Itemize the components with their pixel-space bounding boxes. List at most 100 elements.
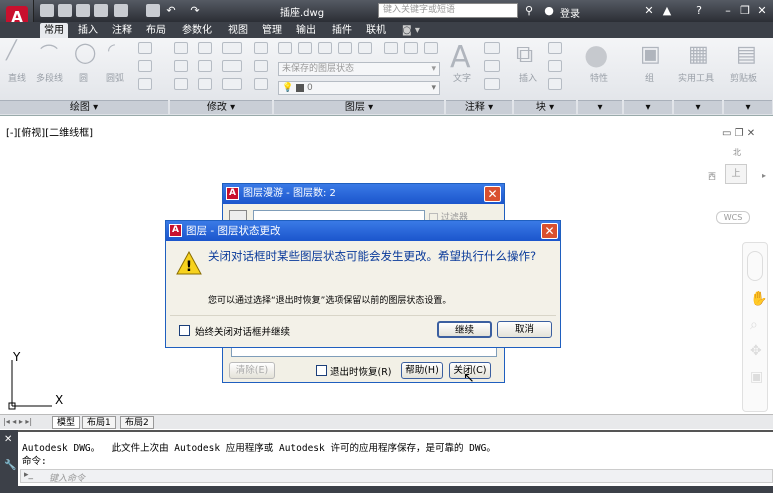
arc-icon[interactable]: ◜ bbox=[108, 40, 115, 61]
restore-on-exit-checkbox[interactable] bbox=[316, 365, 327, 376]
layer-previous-icon[interactable] bbox=[404, 42, 418, 54]
table-icon[interactable] bbox=[484, 78, 500, 90]
tab-plugins[interactable]: 插件 bbox=[328, 23, 356, 38]
group-icon[interactable]: ▣ bbox=[640, 42, 661, 67]
hatch-icon[interactable] bbox=[138, 78, 152, 90]
layer-match-icon[interactable] bbox=[384, 42, 398, 54]
utilities-icon[interactable]: ▦ bbox=[688, 42, 709, 67]
tab-nav-arrows-icon[interactable]: |◂ ◂ ▸ ▸| bbox=[3, 417, 32, 426]
tab-model[interactable]: 模型 bbox=[52, 416, 81, 429]
tab-parametric[interactable]: 参数化 bbox=[178, 23, 216, 38]
cancel-button[interactable]: 取消 bbox=[497, 321, 552, 338]
redo-icon[interactable]: ↷ bbox=[188, 4, 202, 18]
tab-insert[interactable]: 插入 bbox=[74, 23, 102, 38]
tab-manage[interactable]: 管理 bbox=[258, 23, 286, 38]
search-input[interactable]: 键入关键字或短语 bbox=[378, 3, 518, 18]
layer-dropdown[interactable]: 💡 0 ▾ bbox=[278, 81, 440, 95]
layer-walk-close-button[interactable]: ✕ bbox=[484, 186, 501, 202]
layer-lock-icon[interactable] bbox=[358, 42, 372, 54]
move-icon[interactable] bbox=[174, 42, 188, 54]
login-link[interactable]: 登录 bbox=[560, 5, 580, 20]
tab-layout1[interactable]: 布局1 bbox=[82, 416, 116, 429]
group-label[interactable]: 组 bbox=[645, 71, 654, 84]
tab-home[interactable]: 常用 bbox=[40, 23, 68, 38]
line-icon[interactable]: ╱ bbox=[6, 40, 17, 61]
command-window-handle[interactable]: ✕ 🔧 bbox=[0, 430, 18, 486]
rectangle-icon[interactable] bbox=[138, 42, 152, 54]
viewcube-top[interactable]: 上 bbox=[725, 164, 747, 184]
layer-state-dropdown[interactable]: 未保存的图层状态 ▾ bbox=[278, 62, 440, 76]
properties-label[interactable]: 特性 bbox=[590, 71, 608, 84]
clear-button[interactable]: 清除(E) bbox=[229, 362, 275, 379]
layer-properties-icon[interactable] bbox=[278, 42, 292, 54]
polyline-icon[interactable]: ⌒ bbox=[40, 40, 58, 66]
block-panel-title[interactable]: 块 ▾ bbox=[514, 100, 576, 114]
tab-annotate[interactable]: 注释 bbox=[108, 23, 136, 38]
group-panel-title[interactable]: ▾ bbox=[624, 100, 672, 114]
utilities-label[interactable]: 实用工具 bbox=[678, 71, 714, 84]
layer-walk-icon[interactable] bbox=[424, 42, 438, 54]
binoculars-icon[interactable]: ⚲ bbox=[522, 4, 536, 18]
orbit-icon[interactable]: ✥ bbox=[750, 343, 762, 359]
customize-wrench-icon[interactable]: 🔧 bbox=[4, 460, 16, 471]
undo-icon[interactable]: ↶ bbox=[164, 4, 178, 18]
insert-label[interactable]: 插入 bbox=[519, 71, 537, 84]
tab-online[interactable]: 联机 bbox=[362, 23, 390, 38]
alert-close-button[interactable]: ✕ bbox=[541, 223, 558, 239]
save-as-icon[interactable] bbox=[94, 4, 108, 17]
copy-icon[interactable] bbox=[174, 60, 188, 72]
insert-block-icon[interactable]: ⧉ bbox=[516, 40, 533, 68]
always-close-label[interactable]: 始终关闭对话框并继续 bbox=[195, 324, 290, 338]
help-icon[interactable]: ? bbox=[692, 4, 706, 18]
print-icon[interactable] bbox=[146, 4, 160, 17]
layer-off-icon[interactable] bbox=[298, 42, 312, 54]
continue-button[interactable]: 继续 bbox=[437, 321, 492, 338]
draw-panel-title[interactable]: 绘图 ▾ bbox=[0, 100, 168, 114]
new-file-icon[interactable] bbox=[40, 4, 54, 17]
viewcube-north[interactable]: 北 bbox=[733, 147, 741, 158]
text-label[interactable]: 文字 bbox=[453, 71, 471, 84]
viewport-window-controls[interactable]: ▭ ❐ ✕ bbox=[722, 128, 755, 139]
exchange-icon[interactable]: ✕ bbox=[642, 4, 656, 18]
array-icon[interactable] bbox=[222, 78, 242, 90]
open-file-icon[interactable] bbox=[58, 4, 72, 17]
close-button[interactable]: ✕ bbox=[754, 3, 770, 18]
tab-output[interactable]: 输出 bbox=[292, 23, 320, 38]
scale-icon[interactable] bbox=[198, 78, 212, 90]
wcs-menu[interactable]: WCS bbox=[716, 211, 750, 224]
user-icon[interactable]: ● bbox=[542, 4, 556, 18]
edit-block-icon[interactable] bbox=[548, 60, 562, 72]
command-input[interactable]: ▸_ 键入命令 bbox=[20, 469, 773, 484]
leader-icon[interactable] bbox=[484, 60, 500, 72]
viewcube-west[interactable]: 西 bbox=[708, 171, 716, 182]
minimize-button[interactable]: – bbox=[720, 3, 736, 18]
plot-icon[interactable] bbox=[114, 4, 128, 17]
help-button[interactable]: 帮助(H) bbox=[401, 362, 443, 379]
always-close-checkbox[interactable] bbox=[179, 325, 190, 336]
zoom-icon[interactable]: ⌕ bbox=[750, 317, 758, 333]
tab-overflow-icon[interactable]: ◙ ▾ bbox=[398, 23, 424, 38]
stretch-icon[interactable] bbox=[174, 78, 188, 90]
erase-icon[interactable] bbox=[254, 42, 268, 54]
properties-icon[interactable]: ● bbox=[584, 38, 608, 71]
create-block-icon[interactable] bbox=[548, 42, 562, 54]
restore-button[interactable]: ❐ bbox=[737, 3, 753, 18]
properties-panel-title[interactable]: ▾ bbox=[578, 100, 622, 114]
mirror-icon[interactable] bbox=[198, 60, 212, 72]
viewcube-east-arrow[interactable]: ▸ bbox=[762, 171, 766, 180]
circle-icon[interactable]: ◯ bbox=[74, 40, 96, 64]
restore-on-exit-label[interactable]: 退出时恢复(R) bbox=[330, 364, 392, 378]
offset-icon[interactable] bbox=[254, 78, 268, 90]
text-icon[interactable]: A bbox=[450, 40, 471, 75]
fillet-icon[interactable] bbox=[222, 60, 242, 72]
rotate-icon[interactable] bbox=[198, 42, 212, 54]
viewport-controls[interactable]: [-][俯视][二维线框] bbox=[6, 124, 93, 139]
layer-freeze-icon[interactable] bbox=[338, 42, 352, 54]
circle-label[interactable]: 圆 bbox=[79, 71, 88, 84]
explode-icon[interactable] bbox=[254, 60, 268, 72]
arc-label[interactable]: 圆弧 bbox=[106, 71, 124, 84]
tab-layout2[interactable]: 布局2 bbox=[120, 416, 154, 429]
layer-panel-title[interactable]: 图层 ▾ bbox=[274, 100, 444, 114]
save-icon[interactable] bbox=[76, 4, 90, 17]
tab-layout[interactable]: 布局 bbox=[142, 23, 170, 38]
